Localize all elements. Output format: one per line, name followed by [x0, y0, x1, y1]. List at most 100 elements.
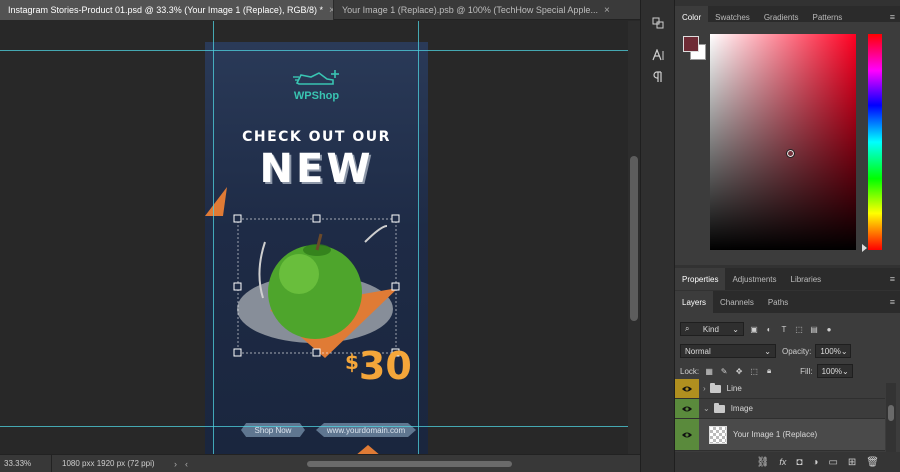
transform-handle[interactable]: [233, 348, 242, 357]
filter-kind-value: Kind: [702, 324, 719, 334]
layers-scrollbar[interactable]: [886, 383, 896, 453]
chevron-down-icon: ⌄: [840, 346, 848, 356]
filter-toggle-icon[interactable]: ●: [824, 324, 834, 334]
character-icon[interactable]: [647, 46, 669, 64]
chevron-right-icon[interactable]: ›: [703, 384, 706, 393]
chevron-down-icon: ⌄: [842, 366, 849, 376]
panel-menu-icon[interactable]: ≡: [890, 297, 895, 307]
search-icon: ⌕: [685, 324, 690, 333]
layer-name: Your Image 1 (Replace): [733, 430, 818, 439]
lock-transparent-icon[interactable]: ▦: [704, 366, 714, 376]
canvas-area[interactable]: WPShop CHECK OUT OUR NEW $30 Shop Now ww…: [0, 21, 628, 454]
mask-icon[interactable]: ◘: [796, 457, 802, 468]
blend-mode-value: Normal: [685, 346, 711, 356]
lock-pixels-icon[interactable]: ✎: [719, 366, 729, 376]
filter-kind-select[interactable]: ⌕ Kind ⌄: [680, 322, 744, 336]
zoom-level[interactable]: 33.33%: [0, 454, 52, 472]
trash-icon[interactable]: 🗑︎: [866, 457, 879, 468]
brand-name: WPShop: [293, 90, 340, 102]
tab-channels[interactable]: Channels: [713, 291, 761, 313]
layer-row-image[interactable]: ⌄ Image: [675, 399, 885, 419]
blend-mode-select[interactable]: Normal ⌄: [680, 344, 776, 358]
scroll-thumb[interactable]: [630, 156, 638, 321]
photoshop-window: Instagram Stories-Product 01.psd @ 33.3%…: [0, 0, 900, 472]
chevron-down-icon: ⌄: [732, 324, 739, 334]
scroll-thumb[interactable]: [888, 405, 894, 421]
hue-slider[interactable]: [868, 34, 882, 250]
status-bar: 33.33% 1080 pxx 1920 px (72 ppi) › ‹: [0, 454, 640, 472]
opacity-value: 100%: [820, 346, 841, 356]
smart-object-filter-icon[interactable]: ▤: [809, 324, 819, 334]
visibility-eye-icon[interactable]: [675, 419, 699, 450]
guide-vertical[interactable]: [418, 21, 419, 454]
properties-panel-tabs: Properties Adjustments Libraries ≡: [675, 268, 900, 290]
foreground-color-swatch[interactable]: [683, 36, 699, 52]
transform-handle[interactable]: [391, 282, 400, 291]
type-filter-icon[interactable]: T: [779, 324, 789, 334]
visibility-eye-icon[interactable]: [675, 379, 699, 398]
chevron-right-icon[interactable]: ›: [170, 459, 181, 469]
close-icon[interactable]: ×: [604, 5, 610, 16]
green-apple: [268, 245, 362, 339]
vertical-scrollbar[interactable]: [628, 21, 640, 454]
transform-handle[interactable]: [233, 214, 242, 223]
opacity-input[interactable]: 100% ⌄: [815, 344, 852, 358]
tab-instagram-stories[interactable]: Instagram Stories-Product 01.psd @ 33.3%…: [0, 0, 333, 20]
color-picker-ring[interactable]: [786, 149, 795, 158]
artboard[interactable]: WPShop CHECK OUT OUR NEW $30 Shop Now ww…: [205, 42, 428, 454]
transform-handle[interactable]: [312, 348, 321, 357]
chevron-down-icon[interactable]: ⌄: [703, 404, 710, 413]
layers-footer: ⛓︎ fx ◘ ◑ ▭ ⊞ 🗑︎: [675, 452, 900, 472]
transform-handle[interactable]: [233, 282, 242, 291]
fill-input[interactable]: 100% ⌄: [816, 364, 853, 378]
horizontal-scrollbar[interactable]: [192, 459, 622, 469]
guide-horizontal[interactable]: [0, 426, 628, 427]
shape-filter-icon[interactable]: ⬚: [794, 324, 804, 334]
scroll-thumb[interactable]: [307, 460, 512, 467]
tab-paths[interactable]: Paths: [761, 291, 795, 313]
tab-libraries[interactable]: Libraries: [784, 268, 829, 290]
layers-panel-tabs: Layers Channels Paths ≡: [675, 291, 900, 313]
link-icon[interactable]: ⛓︎: [757, 457, 770, 468]
lock-label: Lock:: [680, 366, 700, 376]
tab-layers[interactable]: Layers: [675, 291, 714, 313]
adjustment-icon[interactable]: ◑: [812, 457, 818, 468]
pixel-filter-icon[interactable]: ▣: [749, 324, 759, 334]
transform-handle[interactable]: [391, 214, 400, 223]
new-layer-icon[interactable]: ⊞: [848, 457, 856, 468]
right-panels: Color Swatches Gradients Patterns ≡ Prop…: [674, 0, 900, 472]
guide-vertical[interactable]: [213, 21, 214, 454]
tab-label: Instagram Stories-Product 01.psd @ 33.3%…: [8, 5, 323, 15]
panel-menu-icon[interactable]: ≡: [890, 274, 895, 284]
transform-handle[interactable]: [312, 214, 321, 223]
lock-position-icon[interactable]: ✥: [734, 366, 744, 376]
tab-properties[interactable]: Properties: [675, 268, 726, 290]
paragraph-icon[interactable]: [647, 68, 669, 86]
color-saturation-field[interactable]: [710, 34, 856, 250]
history-icon[interactable]: [647, 14, 669, 32]
orange-triangle-left: [205, 187, 227, 216]
document-info: 1080 pxx 1920 px (72 ppi): [62, 459, 155, 468]
chevron-left-icon[interactable]: ‹: [181, 459, 192, 469]
sneaker-logo-icon: [293, 70, 339, 85]
visibility-eye-icon[interactable]: [675, 399, 699, 418]
tab-your-image[interactable]: Your Image 1 (Replace).psb @ 100% (TechH…: [333, 0, 640, 20]
guide-horizontal[interactable]: [0, 50, 628, 51]
layer-row-line[interactable]: › Line: [675, 379, 885, 399]
hue-caret-icon[interactable]: [862, 244, 867, 252]
fx-icon[interactable]: fx: [779, 457, 786, 467]
layer-name: Line: [726, 384, 742, 393]
lock-row: Lock: ▦ ✎ ✥ ⬚ 🔒︎ Fill: 100% ⌄: [680, 363, 853, 379]
tab-adjustments[interactable]: Adjustments: [725, 268, 783, 290]
headline-check-out: CHECK OUT OUR: [242, 129, 391, 145]
fill-label: Fill:: [800, 366, 813, 376]
lock-artboard-icon[interactable]: ⬚: [749, 366, 759, 376]
lock-all-icon[interactable]: 🔒︎: [764, 366, 774, 376]
folder-icon[interactable]: ▭: [828, 457, 837, 468]
adjustment-filter-icon[interactable]: ◐: [764, 324, 774, 334]
color-panel: [675, 22, 900, 265]
price-value: 30: [358, 344, 412, 388]
smart-object-thumbnail: [709, 425, 727, 444]
panel-menu-icon[interactable]: ≡: [890, 12, 895, 22]
layer-row-your-image[interactable]: Your Image 1 (Replace): [675, 419, 885, 451]
